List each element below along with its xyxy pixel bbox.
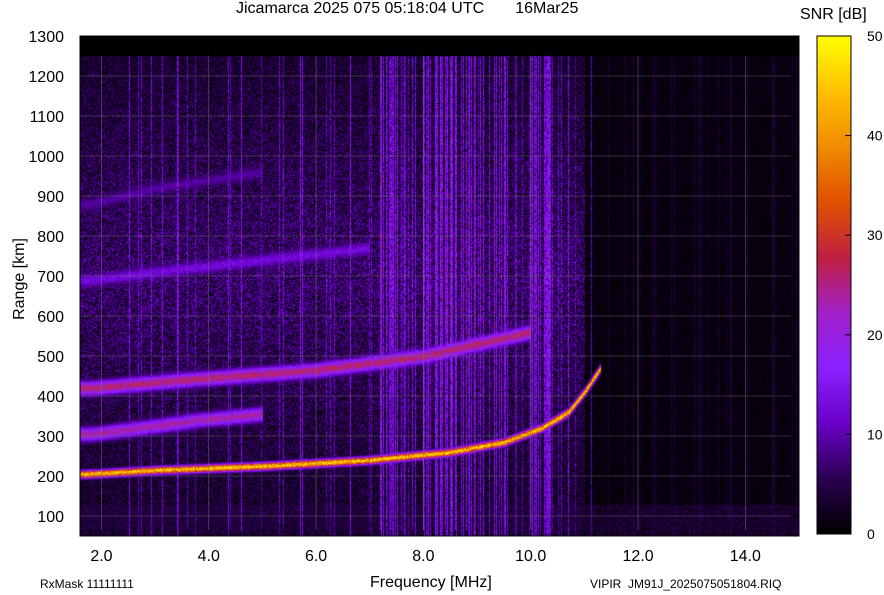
rxmask-label: RxMask 11111111 [40,577,134,591]
colorbar-tick-label: 20 [867,327,883,343]
y-tick-label: 500 [37,349,64,366]
y-tick-label: 300 [37,429,64,446]
y-tick-label: 200 [37,469,64,486]
x-tick-label: 10.0 [515,548,546,565]
grid-lines [80,35,799,536]
x-tick-label: 14.0 [730,548,761,565]
colorbar-tick-label: 40 [867,128,883,144]
y-tick-label: 100 [37,509,64,526]
axes-overlay: 2.0 4.0 6.0 8.0 10.0 12.0 14.0 100200300400500… [28,28,883,565]
colorbar-tick-label: 0 [867,526,875,542]
y-tick-label: 1200 [28,69,64,86]
x-tick-label: 6.0 [305,548,327,565]
y-axis-label: Range [km] [11,238,28,320]
plot-frame [79,35,800,537]
x-axis-label: Frequency [MHz] [370,574,492,591]
file-info-label: VIPIR JM91J_2025075051804.RIQ [590,577,782,591]
x-tick-label: 12.0 [622,548,653,565]
x-tick-label: 8.0 [412,548,434,565]
y-tick-label: 400 [37,389,64,406]
y-tick-label: 1300 [28,29,64,46]
x-tick-label: 4.0 [198,548,220,565]
y-axis-ticks: 100 200 300 400 500 600 700 800 900 1000 1100 1200 1… [28,29,799,526]
y-tick-label: 600 [37,309,64,326]
y-tick-label: 1000 [28,149,64,166]
y-tick-label: 800 [37,229,64,246]
colorbar [816,35,852,535]
colorbar-tick-label: 30 [867,227,883,243]
colorbar-tick-label: 50 [867,28,883,44]
x-tick-label: 2.0 [90,548,112,565]
y-tick-label: 700 [37,269,64,286]
y-tick-label: 1100 [30,109,65,126]
y-tick-label: 900 [37,189,64,206]
colorbar-tick-label: 10 [867,426,883,442]
x-axis-ticks: 2.0 4.0 6.0 8.0 10.0 12.0 14.0 [90,36,800,565]
